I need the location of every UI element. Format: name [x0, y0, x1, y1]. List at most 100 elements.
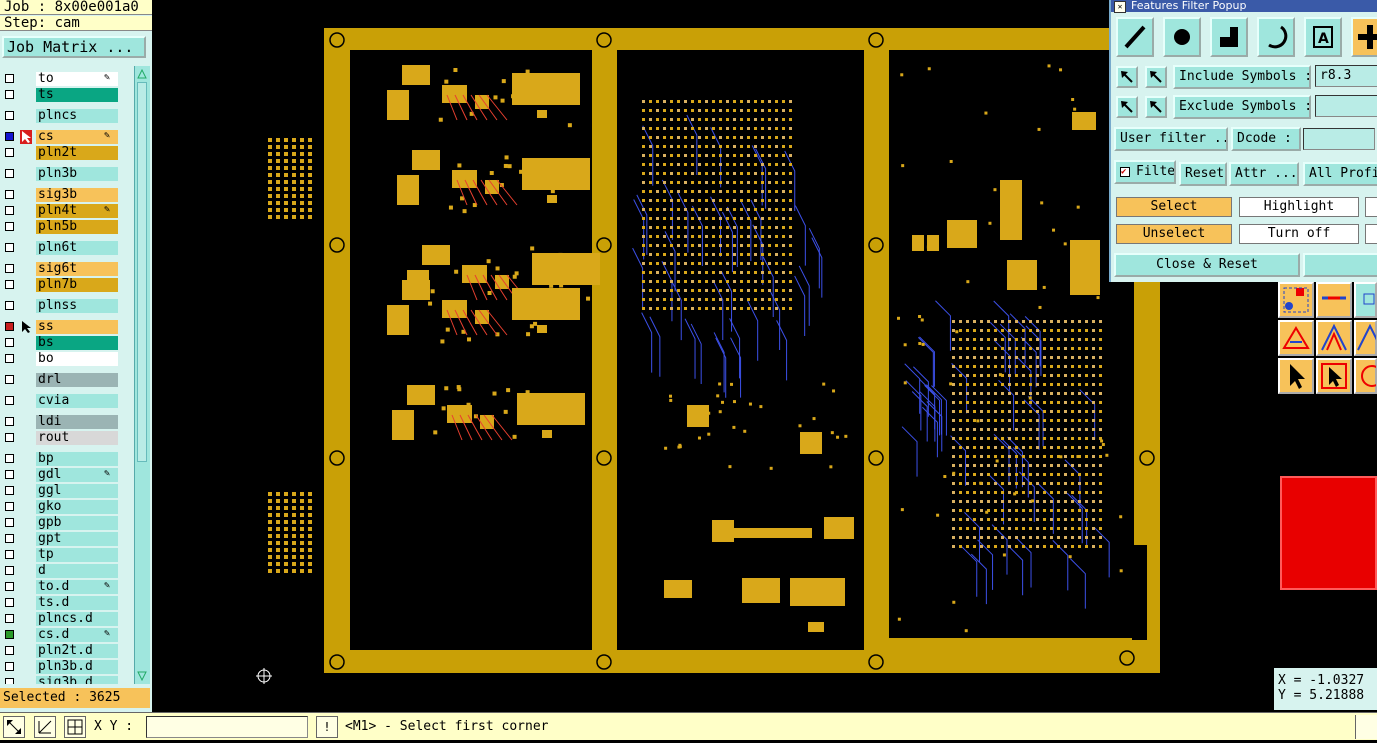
layer-row-plncs[interactable]: plncs: [0, 109, 134, 124]
layer-name[interactable]: pln3b: [36, 167, 118, 181]
layer-row-cs-d[interactable]: cs.d ✎: [0, 628, 134, 643]
tool-angle[interactable]: [1316, 320, 1352, 356]
layer-checkbox[interactable]: [5, 280, 14, 289]
layer-row-to-d[interactable]: to.d ✎: [0, 580, 134, 595]
layer-checkbox[interactable]: [5, 301, 14, 310]
layer-checkbox[interactable]: [5, 222, 14, 231]
select-button[interactable]: Select: [1116, 197, 1232, 217]
layer-row-ggl[interactable]: ggl: [0, 484, 134, 499]
layer-checkbox[interactable]: [5, 132, 14, 141]
unselect-button[interactable]: Unselect: [1116, 224, 1232, 244]
close-reset-button[interactable]: Close & Reset: [1114, 253, 1300, 277]
grid-icon[interactable]: [64, 716, 86, 738]
layer-row-to[interactable]: to ✎: [0, 72, 134, 87]
layer-checkbox[interactable]: [5, 354, 14, 363]
layer-row-pln2t[interactable]: pln2t: [0, 146, 134, 161]
layer-checkbox[interactable]: [5, 678, 14, 684]
layer-checkbox[interactable]: [5, 630, 14, 639]
line-symbol-button[interactable]: [1116, 17, 1154, 57]
layer-checkbox[interactable]: [5, 598, 14, 607]
layer-row-rout[interactable]: rout: [0, 431, 134, 446]
filter-toggle[interactable]: ✔ Filter: [1114, 160, 1176, 184]
layer-row-pln3b[interactable]: pln3b: [0, 167, 134, 182]
measure-icon[interactable]: [34, 716, 56, 738]
layer-checkbox[interactable]: [5, 566, 14, 575]
tool-partial[interactable]: [1354, 282, 1377, 318]
layer-row-pln5b[interactable]: pln5b: [0, 220, 134, 235]
extra-button-1[interactable]: [1365, 197, 1377, 217]
layer-checkbox[interactable]: [5, 74, 14, 83]
layer-name[interactable]: ts: [36, 88, 118, 102]
include-symbols-input[interactable]: r8.3: [1315, 65, 1377, 87]
layer-row-bo[interactable]: bo: [0, 352, 134, 367]
exclude-list-button[interactable]: [1145, 96, 1167, 118]
layer-name[interactable]: plncs.d: [36, 612, 118, 626]
layer-checkbox[interactable]: [5, 454, 14, 463]
extra-button-2[interactable]: [1365, 224, 1377, 244]
layer-checkbox[interactable]: [5, 433, 14, 442]
layer-list-scrollbar[interactable]: [134, 66, 150, 684]
layer-row-drl[interactable]: drl: [0, 373, 134, 388]
pad-symbol-button[interactable]: [1163, 17, 1201, 57]
layer-row-ts-d[interactable]: ts.d: [0, 596, 134, 611]
layer-checkbox[interactable]: [5, 111, 14, 120]
layer-row-d[interactable]: d: [0, 564, 134, 579]
layer-checkbox[interactable]: [5, 322, 14, 331]
layer-checkbox[interactable]: [5, 243, 14, 252]
scroll-thumb[interactable]: [137, 82, 147, 462]
layer-checkbox[interactable]: [5, 470, 14, 479]
layer-row-pln6t[interactable]: pln6t: [0, 241, 134, 256]
layer-checkbox[interactable]: [5, 646, 14, 655]
layer-row-tp[interactable]: tp: [0, 548, 134, 563]
layer-row-cs[interactable]: cs ✎: [0, 130, 134, 145]
layer-checkbox[interactable]: [5, 502, 14, 511]
layer-checkbox[interactable]: [5, 614, 14, 623]
tool-line[interactable]: [1316, 282, 1352, 318]
layer-checkbox[interactable]: [5, 396, 14, 405]
layer-row-gpt[interactable]: gpt: [0, 532, 134, 547]
layer-row-ldi[interactable]: ldi: [0, 415, 134, 430]
job-matrix-button[interactable]: Job Matrix ...: [2, 36, 146, 58]
layer-row-plnss[interactable]: plnss: [0, 299, 134, 314]
layer-name[interactable]: plncs: [36, 109, 118, 123]
layer-row-pln7b[interactable]: pln7b: [0, 278, 134, 293]
tool-angle-2[interactable]: [1354, 320, 1377, 356]
layer-name[interactable]: pln2t: [36, 146, 118, 160]
layer-name[interactable]: ldi: [36, 415, 118, 429]
attr-button[interactable]: Attr ...: [1229, 162, 1299, 186]
include-list-button[interactable]: [1145, 66, 1167, 88]
scroll-up-icon[interactable]: [137, 68, 147, 79]
layer-checkbox[interactable]: [5, 550, 14, 559]
layer-checkbox[interactable]: [5, 534, 14, 543]
exclude-pick-button[interactable]: [1116, 96, 1138, 118]
layer-row-pln3b-d[interactable]: pln3b.d: [0, 660, 134, 675]
layer-name[interactable]: d: [36, 564, 118, 578]
layer-name[interactable]: rout: [36, 431, 118, 445]
layer-name[interactable]: sig3b: [36, 188, 118, 202]
layer-name[interactable]: sig6t: [36, 262, 118, 276]
layer-checkbox[interactable]: [5, 338, 14, 347]
text-symbol-button[interactable]: A: [1304, 17, 1342, 57]
layer-checkbox[interactable]: [5, 375, 14, 384]
layer-checkbox[interactable]: [5, 148, 14, 157]
layer-name[interactable]: pln6t: [36, 241, 118, 255]
layer-checkbox[interactable]: [5, 417, 14, 426]
layer-name[interactable]: plnss: [36, 299, 118, 313]
layer-checkbox[interactable]: [5, 90, 14, 99]
layer-name[interactable]: cvia: [36, 394, 118, 408]
bottom-right-button[interactable]: [1355, 715, 1377, 739]
layer-checkbox[interactable]: [5, 264, 14, 273]
layer-checkbox[interactable]: [5, 190, 14, 199]
layer-row-bs[interactable]: bs: [0, 336, 134, 351]
arc-symbol-button[interactable]: [1257, 17, 1295, 57]
layer-name[interactable]: pln7b: [36, 278, 118, 292]
layer-row-gdl[interactable]: gdl ✎: [0, 468, 134, 483]
tool-triangle[interactable]: [1278, 320, 1314, 356]
layer-name[interactable]: pln5b: [36, 220, 118, 234]
turn-off-button[interactable]: Turn off: [1239, 224, 1359, 244]
exclude-symbols-input[interactable]: [1315, 95, 1377, 117]
surface-symbol-button[interactable]: [1210, 17, 1248, 57]
layer-row-pln2t-d[interactable]: pln2t.d: [0, 644, 134, 659]
layer-name[interactable]: gko: [36, 500, 118, 514]
layer-name[interactable]: drl: [36, 373, 118, 387]
